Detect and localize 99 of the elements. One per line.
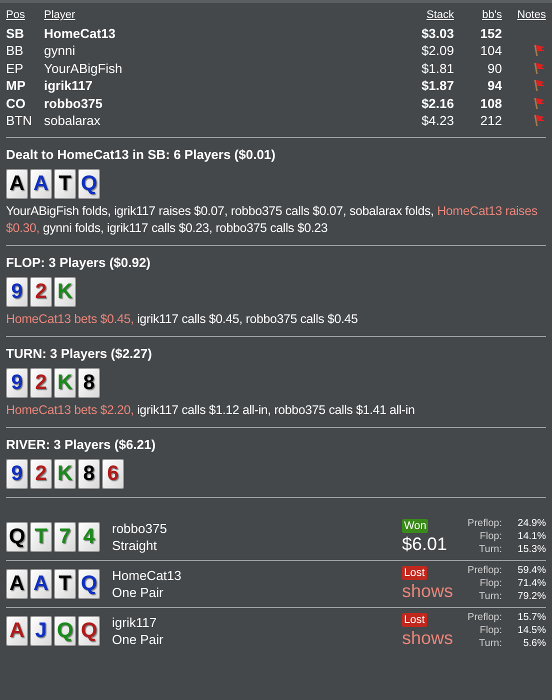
playing-card: 2 (30, 276, 52, 306)
hand-name: Straight (112, 536, 158, 554)
result-badge: Lost (402, 566, 427, 580)
table-cell-text: HomeCat13 (44, 24, 117, 42)
table-cell-text: 152 (479, 24, 502, 42)
result-badge: Lost (402, 612, 427, 626)
playing-card: K (54, 368, 76, 398)
playing-card: Q (78, 568, 100, 598)
street-title: FLOP: 3 Players ($0.92) (6, 254, 152, 272)
playing-card: 9 (6, 276, 28, 306)
column-header[interactable]: Stack (394, 7, 454, 24)
action-text: HomeCat13 bets $2.20, igrik117 calls $1.12 all-in, robbo375 calls $1.41 all-in (6, 402, 416, 418)
won-amount: $6.01 (402, 532, 448, 554)
equity-value: 14.5% (516, 624, 546, 637)
column-header[interactable]: Pos (6, 7, 44, 24)
street-title: TURN: 3 Players ($2.27) (6, 344, 153, 362)
action-text: YourABigFish folds, igrik117 raises $0.07, robbo375 calls $0.07, sobalarax folds, HomeCat13 raises $0.30, gynni folds, igrik117 calls $0.23, robbo375 calls $0.23 (6, 202, 538, 236)
equity-value: 71.4% (516, 577, 546, 590)
playing-card: 8 (78, 368, 100, 398)
column-header[interactable]: Player (44, 7, 394, 24)
hand-name: One Pair (112, 584, 164, 600)
equity-label: Turn: (478, 543, 502, 556)
playing-card: 7 (54, 522, 76, 552)
equity-label: Preflop: (466, 564, 502, 577)
table-cell-text: BTN (6, 112, 33, 130)
table-cell-text: 90 (486, 60, 502, 77)
playing-card: Q (78, 168, 100, 198)
playing-card: T (54, 168, 76, 198)
playing-card: K (54, 458, 76, 488)
flag-icon[interactable] (533, 96, 546, 110)
playing-card: 8 (78, 458, 100, 488)
table-cell-text: igrik117 (44, 77, 94, 94)
table-cell-text: SB (6, 24, 26, 42)
shows-label: shows (402, 580, 454, 602)
player-name: robbo375 (112, 520, 168, 536)
playing-card: A (6, 616, 28, 646)
flag-icon[interactable] (533, 79, 546, 92)
playing-card: A (30, 168, 52, 198)
equity-label: Turn: (478, 590, 502, 603)
hand-name: One Pair (112, 630, 164, 648)
result-badge: Won (402, 518, 428, 532)
equity-value: 24.9% (516, 517, 546, 530)
equity-label: Preflop: (466, 611, 502, 624)
playing-card: Q (54, 616, 76, 646)
table-cell-text: MP (6, 77, 26, 94)
table-cell-text: 94 (486, 77, 502, 94)
player-name: igrik117 (112, 614, 158, 630)
street-title: Dealt to HomeCat13 in SB: 6 Players ($0.01) (6, 146, 276, 164)
table-cell-text: $3.03 (420, 24, 454, 42)
street-title: RIVER: 3 Players ($6.21) (6, 436, 157, 454)
equity-label: Preflop: (466, 517, 502, 530)
equity-label: Flop: (478, 577, 502, 590)
playing-card: 6 (102, 458, 124, 488)
playing-card: Q (78, 616, 100, 646)
playing-card: 4 (78, 522, 100, 552)
table-cell-text: EP (6, 60, 24, 77)
playing-card: 2 (30, 368, 52, 398)
column-header[interactable]: bb's (454, 7, 502, 24)
playing-card: J (30, 616, 52, 646)
equity-value: 14.1% (516, 530, 546, 543)
table-cell-text: 104 (479, 42, 502, 60)
flag-icon[interactable] (533, 62, 546, 75)
table-cell-text: $2.16 (420, 94, 454, 112)
equity-label: Turn: (478, 637, 502, 650)
table-cell-text: robbo375 (44, 94, 104, 112)
playing-card: A (30, 568, 52, 598)
shows-label: shows (402, 626, 454, 648)
flag-icon[interactable] (533, 114, 546, 128)
table-cell-text: 108 (479, 94, 502, 112)
table-cell-text: BB (6, 42, 24, 60)
equity-value: 15.3% (516, 543, 546, 556)
table-cell-text: sobalarax (44, 112, 102, 130)
column-header[interactable]: Notes (502, 7, 546, 24)
playing-card: Q (6, 522, 28, 552)
playing-card: 2 (30, 458, 52, 488)
equity-value: 79.2% (516, 590, 546, 603)
playing-card: T (54, 568, 76, 598)
equity-value: 5.6% (522, 637, 546, 650)
equity-label: Flop: (478, 624, 502, 637)
table-cell-text: $4.23 (420, 112, 454, 130)
equity-value: 59.4% (516, 564, 546, 577)
playing-card: K (54, 276, 76, 306)
table-cell-text: YourABigFish (44, 60, 124, 77)
playing-card: T (30, 522, 52, 552)
playing-card: 9 (6, 368, 28, 398)
table-cell-text: gynni (44, 42, 76, 60)
player-name: HomeCat13 (112, 566, 182, 584)
playing-card: A (6, 568, 28, 598)
table-cell-text: $2.09 (420, 42, 454, 60)
playing-card: A (6, 168, 28, 198)
flag-icon[interactable] (533, 44, 546, 58)
equity-value: 15.7% (516, 611, 546, 624)
action-text: HomeCat13 bets $0.45, igrik117 calls $0.45, robbo375 calls $0.45 (6, 310, 359, 328)
table-cell-text: CO (6, 94, 26, 112)
table-cell-text: 212 (479, 112, 502, 130)
table-cell-text: $1.87 (420, 77, 454, 94)
equity-label: Flop: (478, 530, 502, 543)
playing-card: 9 (6, 458, 28, 488)
table-cell-text: $1.81 (420, 60, 454, 77)
